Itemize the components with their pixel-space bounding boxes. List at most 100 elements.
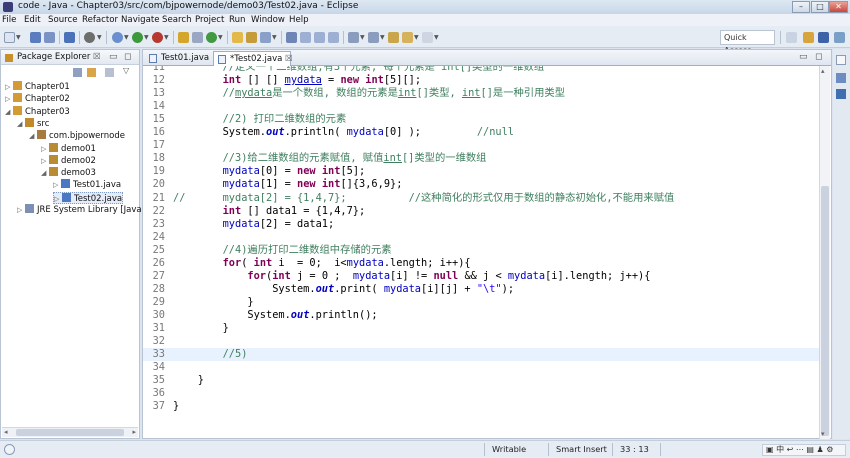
link-with-editor-icon[interactable] bbox=[87, 68, 96, 77]
code-line[interactable]: 24 bbox=[143, 231, 819, 244]
minimize-button[interactable]: – bbox=[792, 1, 810, 13]
code-line[interactable]: 22 int [] data1 = {1,4,7}; bbox=[143, 205, 819, 218]
java-ee-perspective-icon[interactable] bbox=[803, 32, 814, 43]
menu-run[interactable]: Run bbox=[229, 14, 245, 26]
tree-item[interactable]: ▷ Test01.java bbox=[53, 179, 121, 191]
tree-twisty-icon[interactable]: ◢ bbox=[17, 118, 25, 130]
code-line[interactable]: 34 bbox=[143, 361, 819, 374]
tree-twisty-icon[interactable]: ▷ bbox=[5, 93, 13, 105]
menu-search[interactable]: Search bbox=[162, 14, 192, 26]
code-line[interactable]: 25 //4)遍历打印二维数组中存储的元素 bbox=[143, 244, 819, 257]
tree-twisty-icon[interactable]: ▷ bbox=[5, 81, 13, 93]
new-dropdown-icon[interactable]: ▼ bbox=[16, 34, 21, 41]
code-line[interactable]: 30 System.out.println(); bbox=[143, 309, 819, 322]
terminal-icon[interactable] bbox=[64, 32, 75, 43]
tree-twisty-icon[interactable]: ◢ bbox=[29, 130, 37, 142]
tree-item[interactable]: ▷ Test02.java bbox=[53, 191, 124, 205]
quick-access-field[interactable]: Quick Access bbox=[720, 30, 775, 55]
menu-refactor[interactable]: Refactor bbox=[82, 14, 118, 26]
code-line[interactable]: 31 } bbox=[143, 322, 819, 335]
maximize-view-icon[interactable]: ◻ bbox=[124, 52, 131, 62]
code-line[interactable]: 23 mydata[2] = data1; bbox=[143, 218, 819, 231]
outline-view-icon[interactable] bbox=[836, 73, 846, 83]
java-perspective-icon[interactable] bbox=[818, 32, 829, 43]
code-line[interactable]: 12 int [] [] mydata = new int[5][]; bbox=[143, 74, 819, 87]
search-icon[interactable] bbox=[260, 32, 271, 43]
new-package-icon[interactable] bbox=[192, 32, 203, 43]
menu-edit[interactable]: Edit bbox=[24, 14, 41, 26]
tree-item[interactable]: ▷ demo01 bbox=[41, 142, 96, 155]
code-area[interactable]: 11 //定义一个二维数组,有3个元素, 每个元素是 int[]类型的一维数组 1… bbox=[143, 66, 819, 439]
minimize-view-icon[interactable]: ▭ bbox=[109, 52, 118, 62]
last-edit-location-icon[interactable] bbox=[388, 32, 399, 43]
close-tab-icon[interactable]: ☒ bbox=[285, 54, 293, 64]
view-menu-icon[interactable]: ▽ bbox=[123, 66, 129, 75]
code-line[interactable]: 13 //mydata是一个数组, 数组的元素是int[]类型, int[]是一… bbox=[143, 87, 819, 100]
fast-view-icon[interactable] bbox=[4, 444, 15, 455]
tree-twisty-icon[interactable]: ▷ bbox=[54, 193, 62, 205]
code-line[interactable]: 20 mydata[1] = new int[]{3,6,9}; bbox=[143, 178, 819, 191]
tree-twisty-icon[interactable]: ◢ bbox=[41, 167, 49, 179]
maximize-button[interactable]: □ bbox=[811, 1, 829, 13]
tree-item[interactable]: ▷ demo02 bbox=[41, 154, 96, 167]
code-line[interactable]: 28 System.out.print( mydata[i][j] + "\t"… bbox=[143, 283, 819, 296]
focus-on-active-task-icon[interactable] bbox=[105, 68, 114, 77]
horizontal-scrollbar[interactable]: ◂ ▸ bbox=[2, 427, 138, 437]
menu-help[interactable]: Help bbox=[289, 14, 309, 26]
code-line[interactable]: 33 //5) bbox=[143, 348, 819, 362]
back-icon[interactable] bbox=[402, 32, 413, 43]
collapse-all-icon[interactable] bbox=[73, 68, 82, 77]
tree-item[interactable]: ▷ Chapter01 bbox=[5, 81, 70, 93]
tree-twisty-icon[interactable]: ◢ bbox=[5, 106, 13, 118]
toggle-mark-occurrences-icon[interactable] bbox=[286, 32, 297, 43]
code-line[interactable]: 35 } bbox=[143, 374, 819, 387]
code-line[interactable]: 15 //2) 打印二维数组的元素 bbox=[143, 113, 819, 126]
skip-breakpoints-icon[interactable] bbox=[84, 32, 95, 43]
show-javadoc-icon[interactable] bbox=[328, 32, 339, 43]
menu-project[interactable]: Project bbox=[195, 14, 224, 26]
open-task-icon[interactable] bbox=[246, 32, 257, 43]
code-line[interactable]: 16 System.out.println( mydata[0] ); //nu… bbox=[143, 126, 819, 139]
tree-twisty-icon[interactable]: ▷ bbox=[41, 155, 49, 167]
code-line[interactable]: 18 //3)给二维数组的元素赋值, 赋值int[]类型的一维数组 bbox=[143, 152, 819, 165]
new-java-project-icon[interactable] bbox=[178, 32, 189, 43]
task-list-view-icon[interactable] bbox=[836, 89, 846, 99]
minimize-editor-icon[interactable]: ▭ bbox=[799, 52, 808, 62]
code-line[interactable]: 27 for(int j = 0 ; mydata[i] != null && … bbox=[143, 270, 819, 283]
ime-toolbar[interactable]: ▣ 中 ↩ ⋯ ▤ ♟ ⚙ bbox=[762, 444, 846, 456]
open-perspective-icon[interactable] bbox=[786, 32, 797, 43]
tree-item[interactable]: ◢ com.bjpowernode bbox=[29, 130, 125, 142]
toggle-block-selection-icon[interactable] bbox=[300, 32, 311, 43]
vertical-scrollbar[interactable]: ▴ ▾ bbox=[819, 66, 830, 439]
save-icon[interactable] bbox=[30, 32, 41, 43]
tree-item[interactable]: ◢ Chapter03 bbox=[5, 105, 70, 118]
external-tools-icon[interactable] bbox=[152, 32, 163, 43]
save-all-icon[interactable] bbox=[44, 32, 55, 43]
next-annotation-icon[interactable] bbox=[348, 32, 359, 43]
restore-icon[interactable] bbox=[836, 55, 846, 65]
open-type-icon[interactable] bbox=[232, 32, 243, 43]
debug-perspective-icon[interactable] bbox=[834, 32, 845, 43]
code-line[interactable]: 14 bbox=[143, 100, 819, 113]
code-line[interactable]: 29 } bbox=[143, 296, 819, 309]
package-explorer-tab[interactable]: Package Explorer ☒ ▭ ◻ bbox=[1, 50, 139, 65]
tree-twisty-icon[interactable]: ▷ bbox=[41, 143, 49, 155]
tree-twisty-icon[interactable]: ▷ bbox=[53, 179, 61, 191]
tree-item[interactable]: ◢ demo03 bbox=[41, 167, 96, 179]
debug-icon[interactable] bbox=[112, 32, 123, 43]
tree-item[interactable]: ◢ src bbox=[17, 117, 49, 130]
maximize-editor-icon[interactable]: ◻ bbox=[815, 52, 822, 62]
menu-navigate[interactable]: Navigate bbox=[121, 14, 160, 26]
tree-item[interactable]: ▷ Chapter02 bbox=[5, 93, 70, 105]
code-line[interactable]: 37} bbox=[143, 400, 819, 413]
scrollbar-thumb[interactable] bbox=[821, 186, 829, 436]
menu-file[interactable]: File bbox=[2, 14, 16, 26]
run-icon[interactable] bbox=[132, 32, 143, 43]
code-line[interactable]: 19 mydata[0] = new int[5]; bbox=[143, 165, 819, 178]
previous-annotation-icon[interactable] bbox=[368, 32, 379, 43]
close-button[interactable]: ✕ bbox=[829, 1, 848, 13]
new-class-icon[interactable] bbox=[206, 32, 217, 43]
code-line[interactable]: 21 // mydata[2] = {1,4,7}; //这种简化的形式仅用于数组… bbox=[143, 192, 819, 205]
menu-window[interactable]: Window bbox=[251, 14, 285, 26]
code-line[interactable]: 26 for( int i = 0; i<mydata.length; i++)… bbox=[143, 257, 819, 270]
